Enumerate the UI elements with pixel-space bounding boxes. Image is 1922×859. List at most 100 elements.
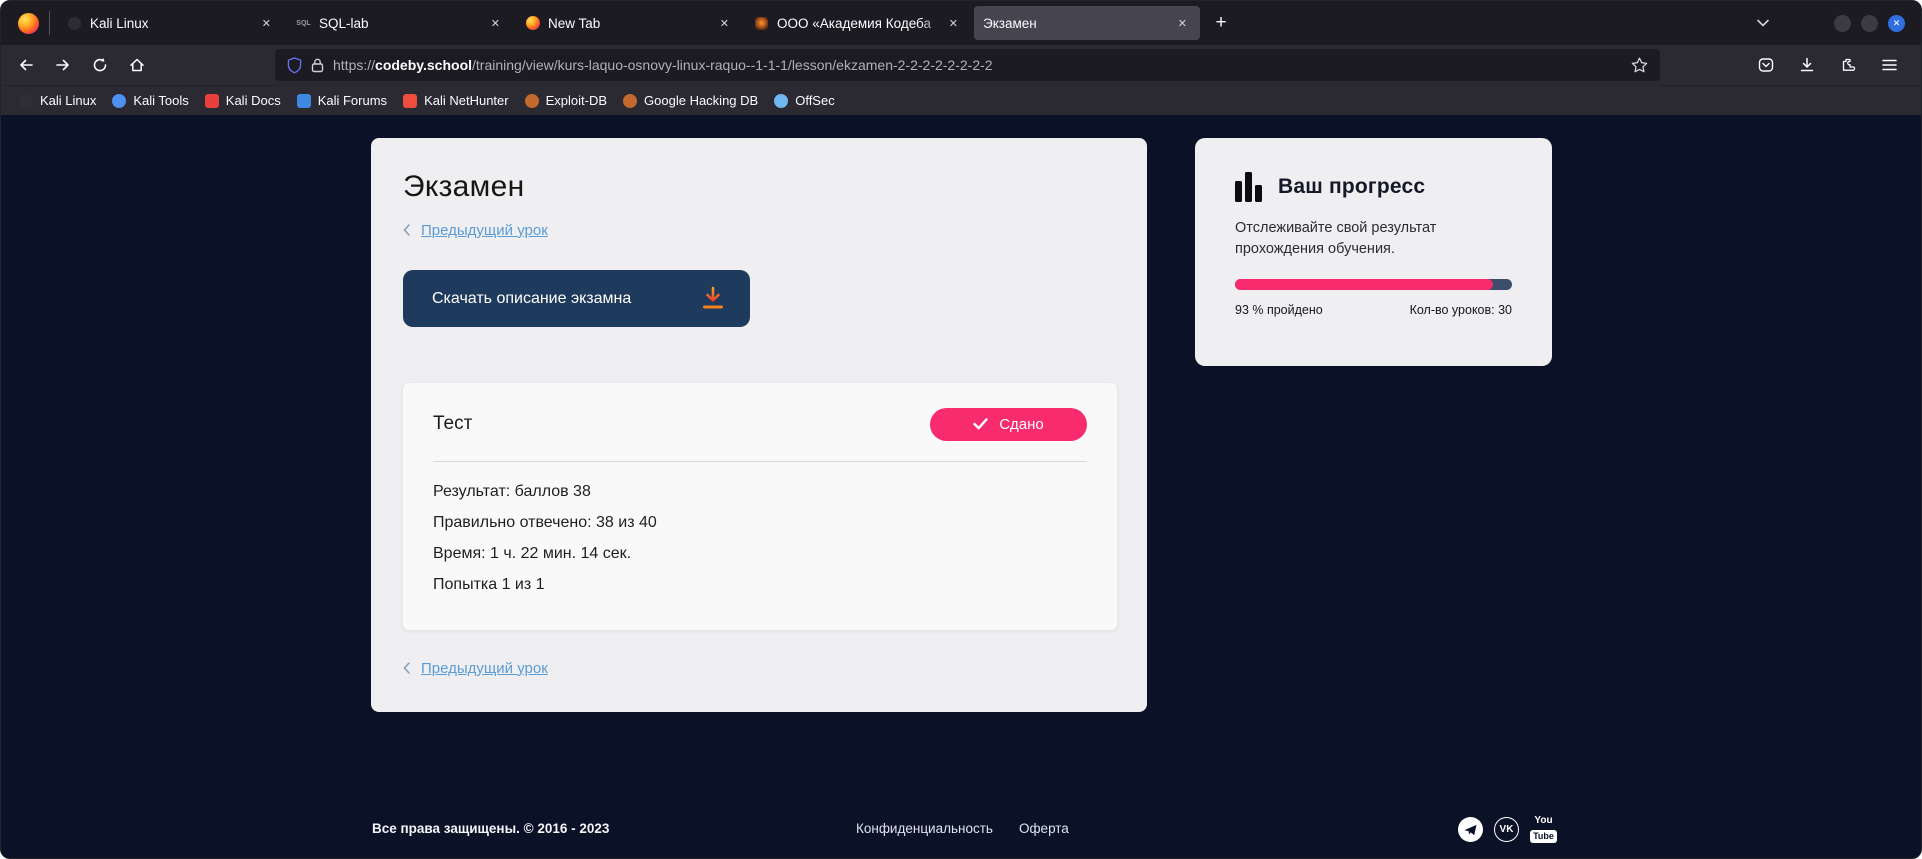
youtube-icon: You <box>1530 816 1557 826</box>
social-links: VK YouTube <box>1458 816 1557 843</box>
bookmark-google-hacking-db[interactable]: Google Hacking DB <box>615 89 766 113</box>
lessons-count-label: Кол-во уроков: 30 <box>1410 303 1512 317</box>
youtube-link[interactable]: YouTube <box>1530 816 1557 843</box>
result-time: Время: 1 ч. 22 мин. 14 сек. <box>433 538 1087 569</box>
copyright-text: Все права защищены. © 2016 - 2023 <box>372 813 609 845</box>
url-text[interactable]: https://codeby.school/training/view/kurs… <box>333 57 993 73</box>
vk-link[interactable]: VK <box>1494 817 1519 842</box>
previous-lesson-link-bottom[interactable]: Предыдущий урок <box>403 658 1111 678</box>
footer: Все права защищены. © 2016 - 2023 Конфид… <box>1 813 1921 845</box>
google-hacking-db-icon <box>623 94 637 108</box>
tab-ekzamen-active[interactable]: Экзамен ✕ <box>974 6 1200 40</box>
url-bar[interactable]: https://codeby.school/training/view/kurs… <box>275 49 1660 81</box>
previous-lesson-label[interactable]: Предыдущий урок <box>421 660 548 677</box>
progress-description: Отслеживайте свой результат прохождения … <box>1235 218 1470 260</box>
divider <box>433 461 1087 462</box>
menu-button[interactable] <box>1872 48 1906 82</box>
vk-icon: VK <box>1500 824 1514 835</box>
home-icon <box>129 57 145 73</box>
close-tab-icon[interactable]: ✕ <box>258 15 275 32</box>
bookmark-exploit-db[interactable]: Exploit-DB <box>517 89 615 113</box>
webpage: Экзамен Предыдущий урок Скачать описание… <box>1 115 1921 858</box>
reload-button[interactable] <box>83 48 117 82</box>
tab-separator <box>49 11 50 35</box>
progress-percent-label: 93 % пройдено <box>1235 303 1323 317</box>
lock-icon[interactable] <box>311 58 324 73</box>
telegram-link[interactable] <box>1458 817 1483 842</box>
progress-labels: 93 % пройдено Кол-во уроков: 30 <box>1235 303 1512 317</box>
pocket-save-button[interactable] <box>1749 48 1783 82</box>
download-exam-description-button[interactable]: Скачать описание экзамна <box>403 270 750 327</box>
bookmark-label: Google Hacking DB <box>644 93 758 108</box>
extensions-button[interactable] <box>1831 48 1865 82</box>
progress-title: Ваш прогресс <box>1278 175 1425 199</box>
previous-lesson-label[interactable]: Предыдущий урок <box>421 222 548 239</box>
download-icon <box>1799 57 1815 73</box>
navigation-toolbar: https://codeby.school/training/view/kurs… <box>1 45 1921 85</box>
status-label: Сдано <box>999 416 1044 433</box>
back-button[interactable] <box>9 48 43 82</box>
telegram-icon <box>1464 824 1477 836</box>
exam-card: Экзамен Предыдущий урок Скачать описание… <box>371 138 1147 712</box>
toolbar-right-icons <box>1749 48 1909 82</box>
tab-title: ООО «Академия Кодеба <box>777 16 945 31</box>
downloads-button[interactable] <box>1790 48 1824 82</box>
url-domain: codeby.school <box>375 57 472 73</box>
tabbar-right: ✕ <box>1748 8 1911 38</box>
previous-lesson-link-top[interactable]: Предыдущий урок <box>403 220 1111 240</box>
list-all-tabs-button[interactable] <box>1748 8 1778 38</box>
url-scheme: https:// <box>333 57 375 73</box>
tab-title: New Tab <box>548 16 716 31</box>
bookmark-label: Exploit-DB <box>546 93 607 108</box>
progress-card: Ваш прогресс Отслеживайте свой результат… <box>1195 138 1552 366</box>
tab-akademiya-codeby[interactable]: ООО «Академия Кодеба ✕ <box>745 6 971 40</box>
close-tab-icon[interactable]: ✕ <box>945 15 962 32</box>
result-score: Результат: баллов 38 <box>433 476 1087 507</box>
tab-kali-linux[interactable]: Kali Linux ✕ <box>58 6 284 40</box>
kali-tools-icon <box>112 94 126 108</box>
tracking-shield-icon[interactable] <box>287 57 302 74</box>
hamburger-icon <box>1882 59 1897 71</box>
bookmark-label: Kali NetHunter <box>424 93 509 108</box>
minimize-button[interactable] <box>1834 15 1851 32</box>
tab-sql-lab[interactable]: SQL SQL-lab ✕ <box>287 6 513 40</box>
puzzle-icon <box>1840 57 1856 73</box>
close-tab-icon[interactable]: ✕ <box>1174 15 1191 32</box>
tab-title: SQL-lab <box>319 16 487 31</box>
maximize-button[interactable] <box>1861 15 1878 32</box>
bookmark-kali-linux[interactable]: Kali Linux <box>11 89 104 113</box>
exploit-db-icon <box>525 94 539 108</box>
bookmark-kali-forums[interactable]: Kali Forums <box>289 89 395 113</box>
bookmarks-bar: Kali Linux Kali Tools Kali Docs Kali For… <box>1 85 1921 115</box>
home-button[interactable] <box>120 48 154 82</box>
new-tab-button[interactable]: + <box>1205 7 1237 39</box>
bookmark-label: Kali Linux <box>40 93 96 108</box>
firefox-view-button[interactable] <box>11 6 45 40</box>
checkmark-icon <box>973 418 988 430</box>
close-tab-icon[interactable]: ✕ <box>487 15 504 32</box>
forward-arrow-icon <box>55 57 71 73</box>
chevron-down-icon <box>1757 19 1769 27</box>
kali-nethunter-icon <box>403 94 417 108</box>
kali-docs-icon <box>205 94 219 108</box>
pocket-icon <box>1758 57 1774 73</box>
bookmark-offsec[interactable]: OffSec <box>766 89 843 113</box>
privacy-link[interactable]: Конфиденциальность <box>856 813 993 845</box>
bookmark-kali-nethunter[interactable]: Kali NetHunter <box>395 89 517 113</box>
test-header: Тест Сдано <box>433 407 1087 441</box>
tab-new-tab[interactable]: New Tab ✕ <box>516 6 742 40</box>
progress-bar-fill <box>1235 279 1493 290</box>
close-tab-icon[interactable]: ✕ <box>716 15 733 32</box>
chevron-left-icon <box>403 662 410 674</box>
progress-header: Ваш прогресс <box>1235 172 1512 202</box>
offer-link[interactable]: Оферта <box>1019 813 1069 845</box>
bookmark-kali-docs[interactable]: Kali Docs <box>197 89 289 113</box>
forward-button[interactable] <box>46 48 80 82</box>
offsec-icon <box>774 94 788 108</box>
bookmark-kali-tools[interactable]: Kali Tools <box>104 89 196 113</box>
bookmark-star-button[interactable] <box>1631 57 1648 73</box>
window-controls: ✕ <box>1834 15 1905 32</box>
bookmark-label: Kali Forums <box>318 93 387 108</box>
bar-chart-icon <box>1235 172 1263 202</box>
close-window-button[interactable]: ✕ <box>1888 15 1905 32</box>
